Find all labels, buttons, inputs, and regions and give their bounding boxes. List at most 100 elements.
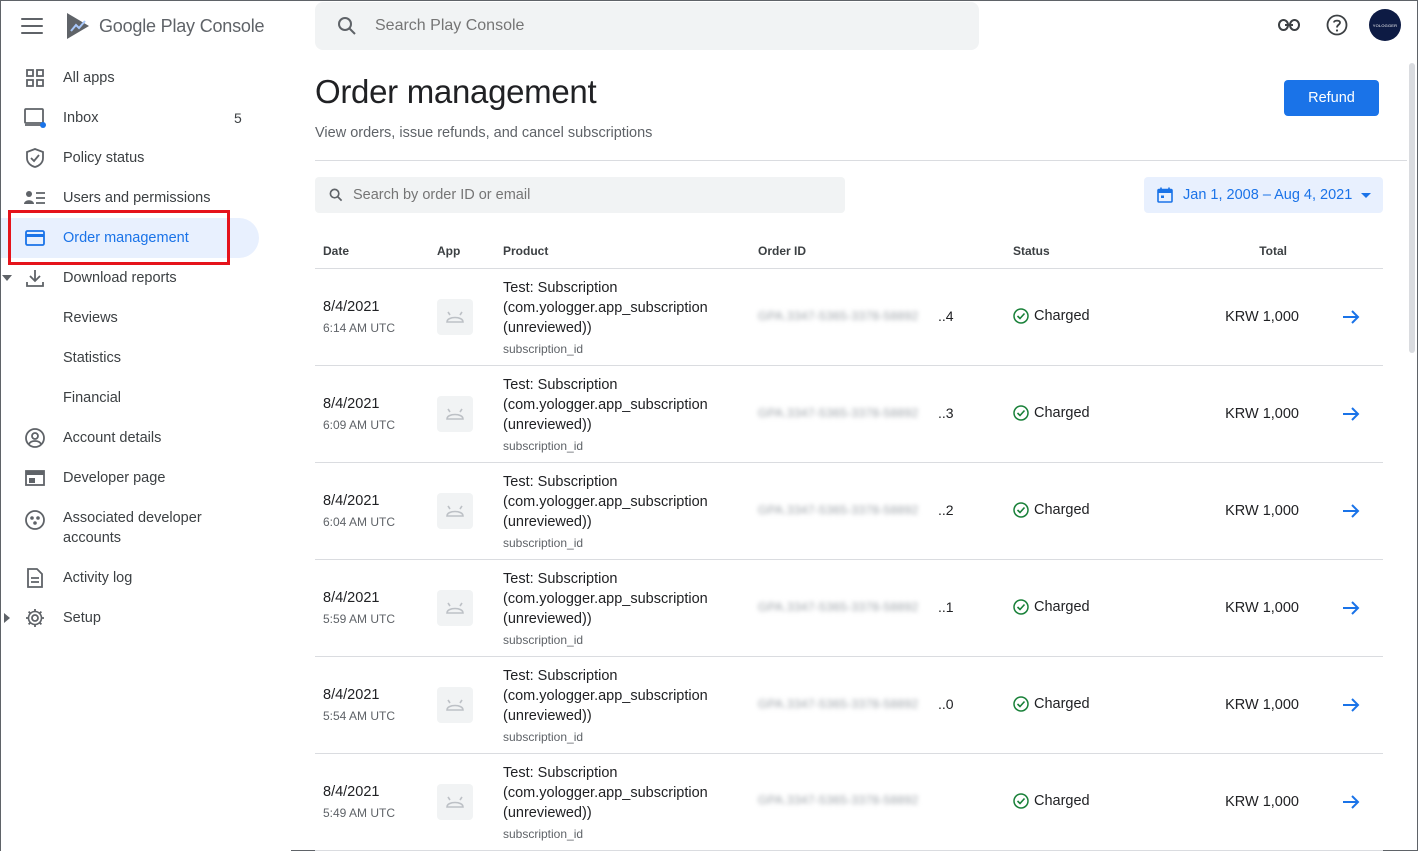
search-icon — [338, 17, 356, 35]
order-id-suffix: ..0 — [938, 696, 954, 712]
order-id-redacted: GPA.3347-5365-3378-58892 — [758, 600, 919, 614]
order-id-redacted: GPA.3347-5365-3378-58892 — [758, 793, 919, 807]
expand-caret-icon[interactable] — [2, 275, 12, 281]
sidebar-item-account-details[interactable]: Account details — [1, 418, 291, 458]
menu-icon[interactable] — [21, 18, 43, 34]
sidebar-item-reviews[interactable]: Reviews — [1, 298, 291, 338]
product-id: subscription_id — [503, 439, 584, 453]
sidebar-item-developer-page[interactable]: Developer page — [1, 458, 291, 498]
status-cell: Charged — [1013, 502, 1090, 518]
product-name: Test: Subscription (com.yologger.app_sub… — [503, 765, 708, 821]
arrow-right-icon[interactable] — [1341, 792, 1361, 812]
product-cell: Test: Subscription (com.yologger.app_sub… — [503, 375, 733, 453]
inbox-icon — [23, 106, 47, 130]
page-title: Order management — [315, 73, 597, 110]
status-cell: Charged — [1013, 793, 1090, 809]
order-id-cell: GPA.3347-5365-3378-58892 ..0 — [758, 696, 954, 712]
arrow-right-icon[interactable] — [1341, 501, 1361, 521]
brand-bar: Google Play Console — [21, 9, 265, 43]
product-cell: Test: Subscription (com.yologger.app_sub… — [503, 278, 733, 356]
status-cell: Charged — [1013, 599, 1090, 615]
order-id-cell: GPA.3347-5365-3378-58892 — [758, 793, 938, 807]
brand-google: Google Play — [99, 15, 195, 36]
sidebar: Google Play Console All apps Inbox 5 Pol… — [1, 1, 291, 851]
table-row[interactable]: 8/4/2021 5:59 AM UTC Test: Subscription … — [315, 560, 1383, 657]
order-date: 8/4/2021 5:54 AM UTC — [323, 687, 395, 723]
date-range-label: Jan 1, 2008 – Aug 4, 2021 — [1183, 187, 1353, 203]
status-text: Charged — [1034, 405, 1090, 421]
product-id: subscription_id — [503, 342, 584, 356]
order-id-redacted: GPA.3347-5365-3378-58892 — [758, 697, 919, 711]
product-cell: Test: Subscription (com.yologger.app_sub… — [503, 472, 733, 550]
avatar[interactable]: YOLOGGER — [1369, 9, 1401, 41]
order-time-value: 6:14 AM UTC — [323, 321, 396, 335]
order-id-cell: GPA.3347-5365-3378-58892 ..2 — [758, 502, 954, 518]
sidebar-item-label: Policy status — [63, 150, 145, 166]
top-search-bar[interactable] — [315, 2, 979, 50]
table-header: Date App Product Order ID Status Total — [315, 233, 1383, 269]
sidebar-item-label: Statistics — [63, 350, 122, 366]
table-row[interactable]: 8/4/2021 6:04 AM UTC Test: Subscription … — [315, 463, 1383, 560]
arrow-right-icon[interactable] — [1341, 307, 1361, 327]
link-icon[interactable] — [1273, 9, 1305, 41]
product-id: subscription_id — [503, 730, 584, 744]
sidebar-item-all-apps[interactable]: All apps — [1, 58, 291, 98]
brand-name[interactable]: Google Play Console — [99, 15, 265, 37]
sidebar-item-activity-log[interactable]: Activity log — [1, 558, 291, 598]
column-header-order-id: Order ID — [758, 244, 807, 258]
sidebar-item-statistics[interactable]: Statistics — [1, 338, 291, 378]
order-id-cell: GPA.3347-5365-3378-58892 ..4 — [758, 308, 954, 324]
product-name: Test: Subscription (com.yologger.app_sub… — [503, 474, 708, 530]
column-header-date[interactable]: Date — [323, 244, 349, 258]
product-id: subscription_id — [503, 633, 584, 647]
refund-button[interactable]: Refund — [1284, 80, 1379, 116]
status-text: Charged — [1034, 696, 1090, 712]
order-total: KRW 1,000 — [1225, 309, 1299, 325]
table-row[interactable]: 8/4/2021 5:49 AM UTC Test: Subscription … — [315, 754, 1383, 851]
table-row[interactable]: 8/4/2021 6:09 AM UTC Test: Subscription … — [315, 366, 1383, 463]
order-time-value: 6:04 AM UTC — [323, 515, 396, 529]
search-input[interactable] — [375, 17, 935, 35]
table-row[interactable]: 8/4/2021 5:54 AM UTC Test: Subscription … — [315, 657, 1383, 754]
arrow-right-icon[interactable] — [1341, 598, 1361, 618]
account-circle-icon — [23, 426, 47, 450]
date-range-picker[interactable]: Jan 1, 2008 – Aug 4, 2021 — [1144, 177, 1383, 213]
arrow-right-icon[interactable] — [1341, 695, 1361, 715]
gear-icon — [23, 606, 47, 630]
arrow-right-icon[interactable] — [1341, 404, 1361, 424]
expand-caret-icon[interactable] — [4, 613, 10, 623]
order-search-bar[interactable] — [315, 177, 845, 213]
sidebar-item-setup[interactable]: Setup — [1, 598, 291, 638]
inbox-count-badge: 5 — [234, 110, 242, 126]
android-app-icon — [437, 784, 473, 820]
order-search-input[interactable] — [353, 187, 823, 203]
help-icon[interactable] — [1321, 9, 1353, 41]
order-date-value: 8/4/2021 — [323, 784, 380, 800]
sidebar-item-financial[interactable]: Financial — [1, 378, 291, 418]
sidebar-item-inbox[interactable]: Inbox 5 — [1, 98, 291, 138]
order-date-value: 8/4/2021 — [323, 493, 380, 509]
check-circle-icon — [1013, 405, 1029, 421]
order-date: 8/4/2021 6:09 AM UTC — [323, 396, 395, 432]
android-app-icon — [437, 299, 473, 335]
sidebar-item-associated-accounts[interactable]: Associated developer accounts — [1, 498, 291, 558]
sidebar-item-policy-status[interactable]: Policy status — [1, 138, 291, 178]
order-id-suffix: ..4 — [938, 308, 954, 324]
check-circle-icon — [1013, 696, 1029, 712]
sidebar-item-label: Activity log — [63, 570, 133, 586]
scrollbar-thumb[interactable] — [1409, 63, 1415, 353]
order-date: 8/4/2021 6:04 AM UTC — [323, 493, 395, 529]
order-date: 8/4/2021 5:49 AM UTC — [323, 784, 395, 820]
order-time-value: 5:59 AM UTC — [323, 612, 396, 626]
order-time-value: 6:09 AM UTC — [323, 418, 396, 432]
sidebar-item-label: Developer page — [63, 470, 166, 486]
order-id-cell: GPA.3347-5365-3378-58892 ..1 — [758, 599, 954, 615]
status-text: Charged — [1034, 308, 1090, 324]
play-console-logo[interactable] — [63, 11, 93, 41]
status-text: Charged — [1034, 793, 1090, 809]
sidebar-item-label: Inbox — [63, 110, 99, 126]
sidebar-item-label: Associated developer accounts — [63, 510, 202, 546]
order-id-redacted: GPA.3347-5365-3378-58892 — [758, 406, 919, 420]
product-cell: Test: Subscription (com.yologger.app_sub… — [503, 569, 733, 647]
table-row[interactable]: 8/4/2021 6:14 AM UTC Test: Subscription … — [315, 269, 1383, 366]
